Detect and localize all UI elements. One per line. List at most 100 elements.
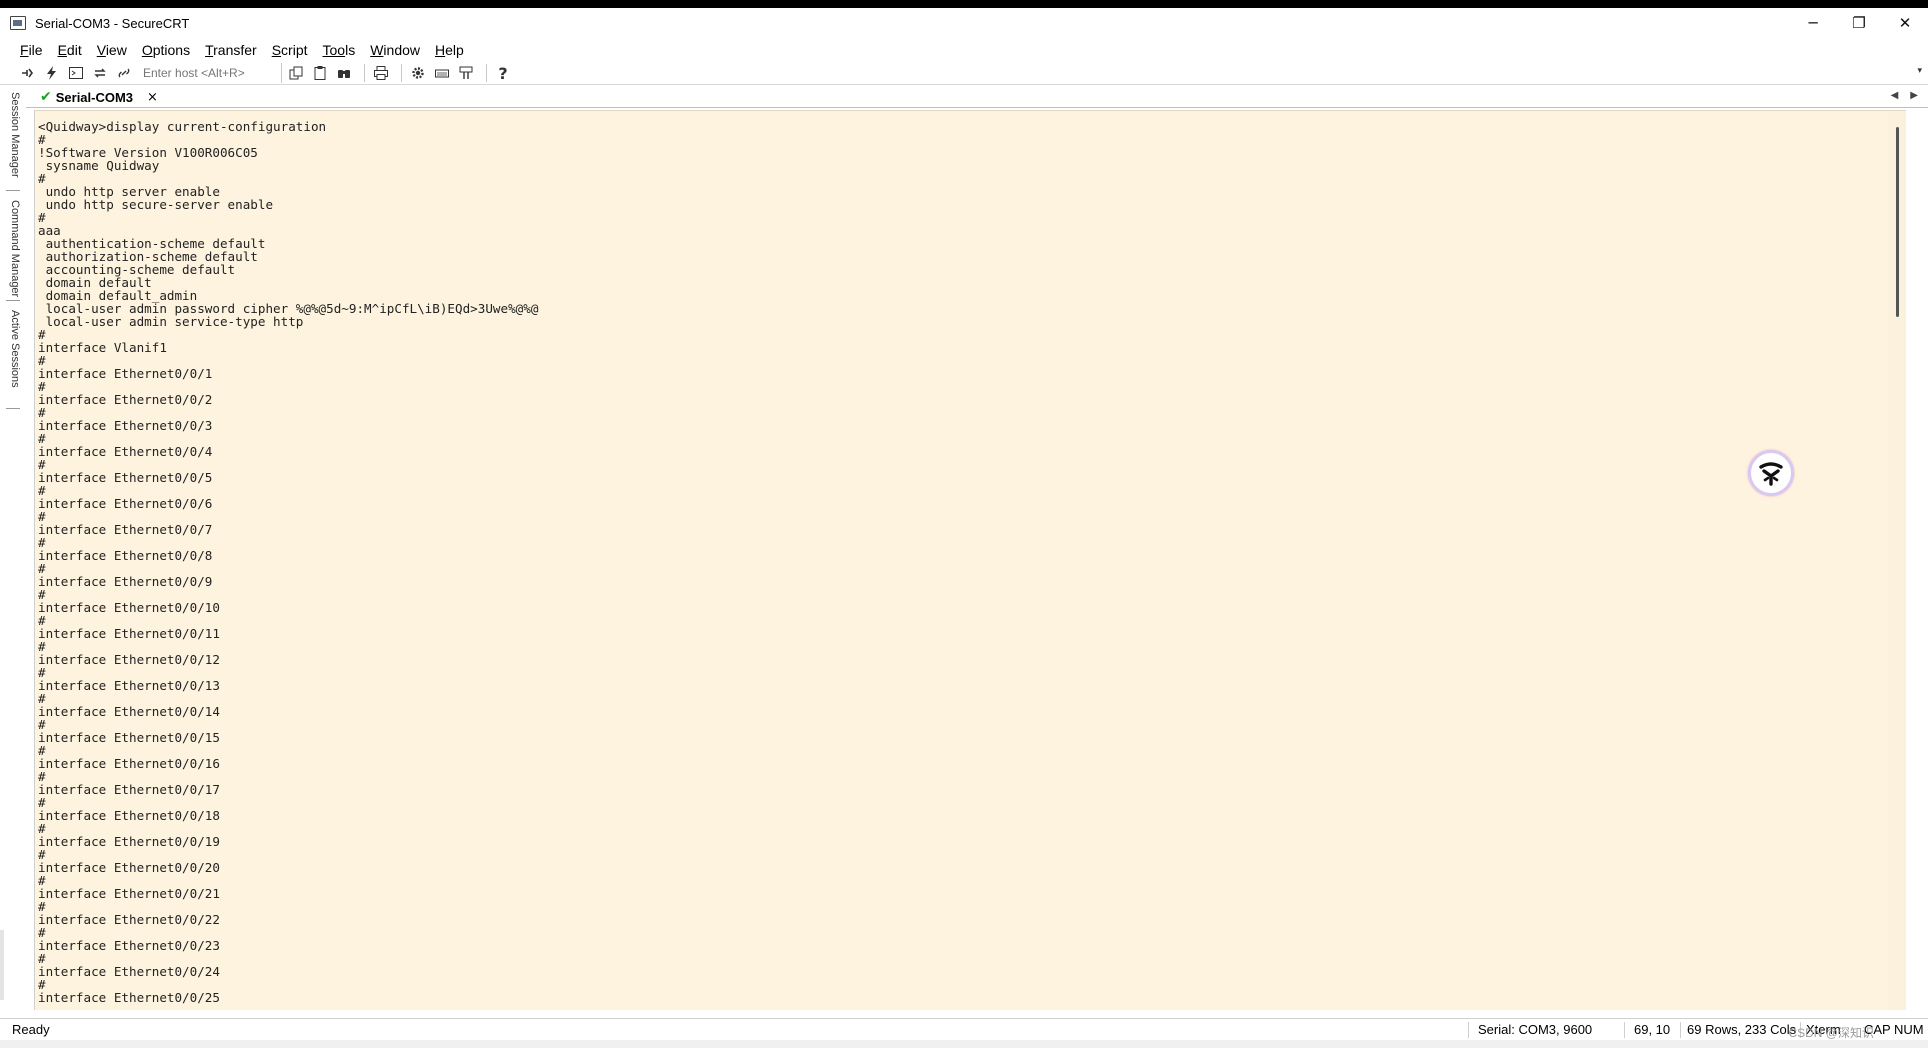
terminal-line: interface Ethernet0/0/9: [38, 574, 213, 589]
terminal-line: interface Ethernet0/0/16: [38, 756, 220, 771]
menu-options[interactable]: Options: [142, 42, 190, 58]
toolbar-separator: [486, 64, 487, 82]
terminal-line: undo http secure-server enable: [38, 197, 274, 212]
status-terminal-size: 69 Rows, 233 Cols: [1687, 1022, 1797, 1037]
reconnect-icon[interactable]: [90, 63, 110, 83]
status-cursor-position: 69, 10: [1634, 1022, 1671, 1037]
host-input[interactable]: [140, 63, 282, 83]
close-button[interactable]: ✕: [1882, 8, 1928, 38]
terminal-line: interface Ethernet0/0/4: [38, 444, 213, 459]
toolbar-separator: [401, 64, 402, 82]
terminal-line: interface Ethernet0/0/14: [38, 704, 220, 719]
terminal-line: sysname Quidway: [38, 158, 160, 173]
terminal-lines: <Quidway>display current-configuration #!…: [38, 120, 538, 1004]
top-edge: [0, 0, 1928, 8]
status-connection: Serial: COM3, 9600: [1478, 1022, 1593, 1037]
terminal-line: interface Ethernet0/0/21: [38, 886, 220, 901]
title-bar: Serial-COM3 - SecureCRT ─ ❐ ✕: [0, 8, 1928, 38]
terminal-line: interface Ethernet0/0/17: [38, 782, 220, 797]
terminal-line: interface Ethernet0/0/19: [38, 834, 220, 849]
quick-connect-icon[interactable]: [42, 63, 62, 83]
terminal-line: interface Ethernet0/0/23: [38, 938, 220, 953]
terminal-line: interface Ethernet0/0/10: [38, 600, 220, 615]
terminal-line: interface Ethernet0/0/18: [38, 808, 220, 823]
tab-scroll-arrows: ◀ ▶: [1891, 90, 1918, 101]
restore-button[interactable]: ❐: [1836, 8, 1882, 38]
menu-help[interactable]: Help: [435, 42, 464, 58]
terminal-line: interface Ethernet0/0/13: [38, 678, 220, 693]
print-icon[interactable]: [371, 63, 391, 83]
terminal-line: interface Ethernet0/0/5: [38, 470, 213, 485]
toolbar-separator: [364, 64, 365, 82]
terminal-line: interface Ethernet0/0/25: [38, 990, 220, 1005]
side-panel-rail: Session Manager Command Manager Active S…: [0, 86, 26, 1016]
menu-file[interactable]: File: [20, 42, 43, 58]
terminal-line: interface Vlanif1: [38, 340, 167, 355]
watermark: CSDN @深知识: [1788, 1026, 1874, 1040]
minimize-button[interactable]: ─: [1790, 8, 1836, 38]
terminal-line: interface Ethernet0/0/12: [38, 652, 220, 667]
terminal-line: interface Ethernet0/0/8: [38, 548, 213, 563]
status-separator: [1624, 1022, 1625, 1038]
terminal-line: interface Ethernet0/0/3: [38, 418, 213, 433]
active-sessions-tab[interactable]: Active Sessions: [7, 310, 21, 388]
terminal-line: interface Ethernet0/0/11: [38, 626, 220, 641]
window-title: Serial-COM3 - SecureCRT: [35, 15, 190, 31]
terminal-line: interface Ethernet0/0/15: [38, 730, 220, 745]
bottom-edge: [0, 1040, 1928, 1048]
side-separator: [6, 190, 20, 191]
scrollbar-thumb[interactable]: [1896, 127, 1899, 317]
settings-gear-icon[interactable]: [408, 63, 428, 83]
toolbar-overflow-icon[interactable]: ▾: [1917, 66, 1922, 76]
session-manager-tab[interactable]: Session Manager: [7, 92, 21, 178]
status-bar: Ready Serial: COM3, 9600 69, 10 69 Rows,…: [0, 1018, 1928, 1040]
app-icon[interactable]: [10, 16, 26, 30]
copy-icon[interactable]: [286, 63, 306, 83]
terminal-line: interface Ethernet0/0/20: [38, 860, 220, 875]
menu-window[interactable]: Window: [370, 42, 420, 58]
toolbar: ? ▾: [0, 62, 1928, 84]
tab-serial-com3[interactable]: ✔ Serial-COM3 ×: [34, 86, 164, 108]
find-icon[interactable]: [334, 63, 354, 83]
keymap-icon[interactable]: [432, 63, 452, 83]
terminal-line: interface Ethernet0/0/7: [38, 522, 213, 537]
tab-scroll-left-icon[interactable]: ◀: [1891, 90, 1899, 101]
connect-icon[interactable]: [18, 63, 38, 83]
terminal-line: interface Ethernet0/0/6: [38, 496, 213, 511]
side-separator: [6, 408, 20, 409]
menu-view[interactable]: View: [97, 42, 127, 58]
status-num: NUM: [1894, 1022, 1924, 1037]
terminal-line: #: [38, 210, 46, 225]
disconnect-icon[interactable]: [114, 63, 134, 83]
tab-scroll-right-icon[interactable]: ▶: [1910, 90, 1918, 101]
menu-edit[interactable]: Edit: [58, 42, 82, 58]
connect-in-tab-icon[interactable]: [66, 63, 86, 83]
window-controls: ─ ❐ ✕: [1790, 8, 1928, 38]
terminal-scrollbar[interactable]: [1888, 111, 1906, 1010]
floating-assistant-icon[interactable]: [1748, 450, 1794, 496]
terminal-line: interface Ethernet0/0/2: [38, 392, 213, 407]
status-ready: Ready: [12, 1022, 50, 1037]
terminal-output[interactable]: <Quidway>display current-configuration #!…: [34, 110, 1906, 1010]
session-tab-bar: ✔ Serial-COM3 × ◀ ▶: [26, 86, 1928, 108]
side-separator: [6, 300, 20, 301]
securecrt-window: Serial-COM3 - SecureCRT ─ ❐ ✕ File Edit …: [0, 0, 1928, 1048]
menu-transfer[interactable]: Transfer: [205, 42, 257, 58]
tab-label: Serial-COM3: [55, 89, 134, 105]
menu-script[interactable]: Script: [272, 42, 308, 58]
sftp-icon[interactable]: [456, 63, 476, 83]
terminal-line: local-user admin service-type http: [38, 314, 304, 329]
terminal-line: interface Ethernet0/0/24: [38, 964, 220, 979]
tab-close-icon[interactable]: ×: [147, 90, 158, 105]
status-separator: [1468, 1022, 1469, 1038]
terminal-line: interface Ethernet0/0/1: [38, 366, 213, 381]
connected-check-icon: ✔: [40, 89, 52, 105]
help-icon[interactable]: ?: [493, 63, 513, 83]
command-manager-tab[interactable]: Command Manager: [7, 200, 21, 297]
status-separator: [1680, 1022, 1681, 1038]
paste-icon[interactable]: [310, 63, 330, 83]
menu-tools[interactable]: Tools: [323, 42, 356, 58]
toolbar-divider: [0, 84, 1928, 85]
side-resize-grip[interactable]: [0, 930, 4, 1000]
terminal-line: interface Ethernet0/0/22: [38, 912, 220, 927]
